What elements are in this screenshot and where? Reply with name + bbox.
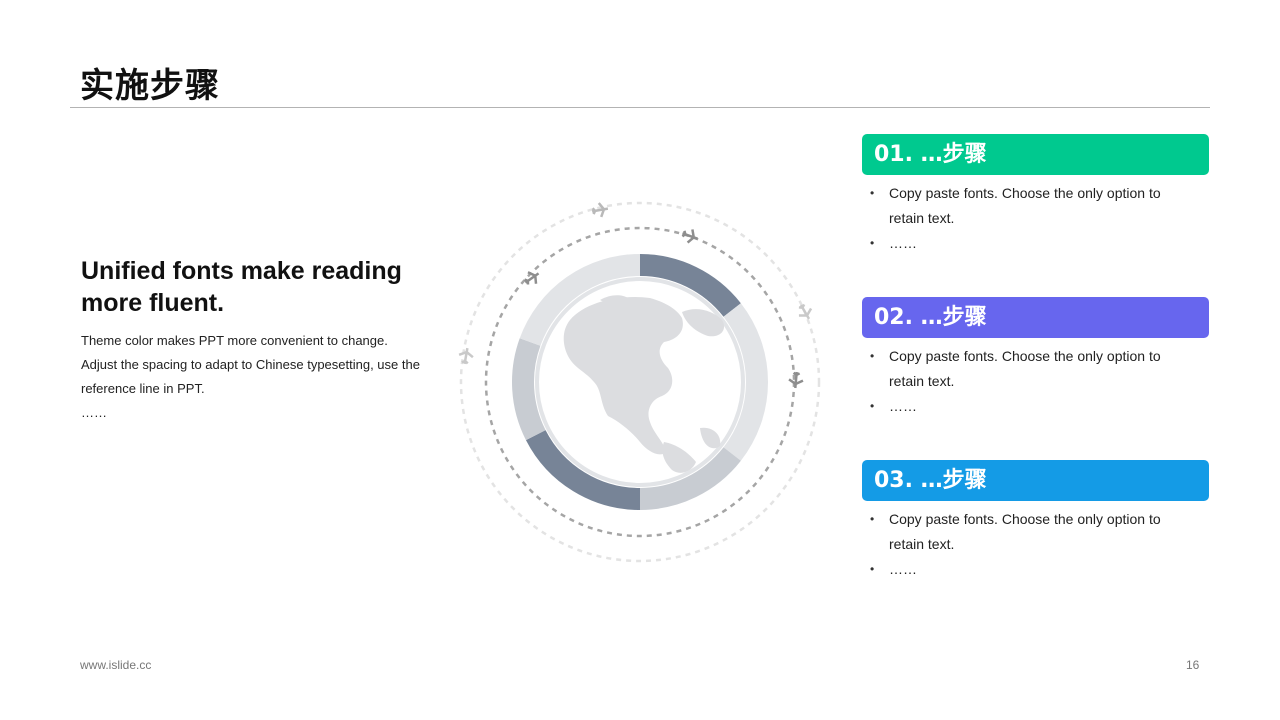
list-item: Copy paste fonts. Choose the only option… <box>870 507 1190 557</box>
intro-block: Unified fonts make reading more fluent. … <box>81 255 431 425</box>
step-3-list: Copy paste fonts. Choose the only option… <box>870 507 1190 582</box>
list-item: …… <box>870 557 1190 582</box>
page-title: 实施步骤 <box>80 66 220 106</box>
page-number: 16 <box>1186 658 1200 672</box>
intro-headline: Unified fonts make reading more fluent. <box>81 257 402 317</box>
ring-segment-5 <box>512 338 546 441</box>
step-2-list: Copy paste fonts. Choose the only option… <box>870 344 1190 419</box>
list-item: …… <box>870 231 1190 256</box>
list-item: …… <box>870 394 1190 419</box>
step-2-header: 02. …步骤 <box>862 297 1209 338</box>
step-1-list: Copy paste fonts. Choose the only option… <box>870 181 1190 256</box>
step-3-header: 03. …步骤 <box>862 460 1209 501</box>
globe-illustration <box>458 201 821 563</box>
list-item: Copy paste fonts. Choose the only option… <box>870 344 1190 394</box>
step-1-header: 01. …步骤 <box>862 134 1209 175</box>
title-divider <box>70 107 1210 108</box>
intro-body: Theme color makes PPT more convenient to… <box>81 333 420 420</box>
footer-url[interactable]: www.islide.cc <box>80 658 151 672</box>
list-item: Copy paste fonts. Choose the only option… <box>870 181 1190 231</box>
